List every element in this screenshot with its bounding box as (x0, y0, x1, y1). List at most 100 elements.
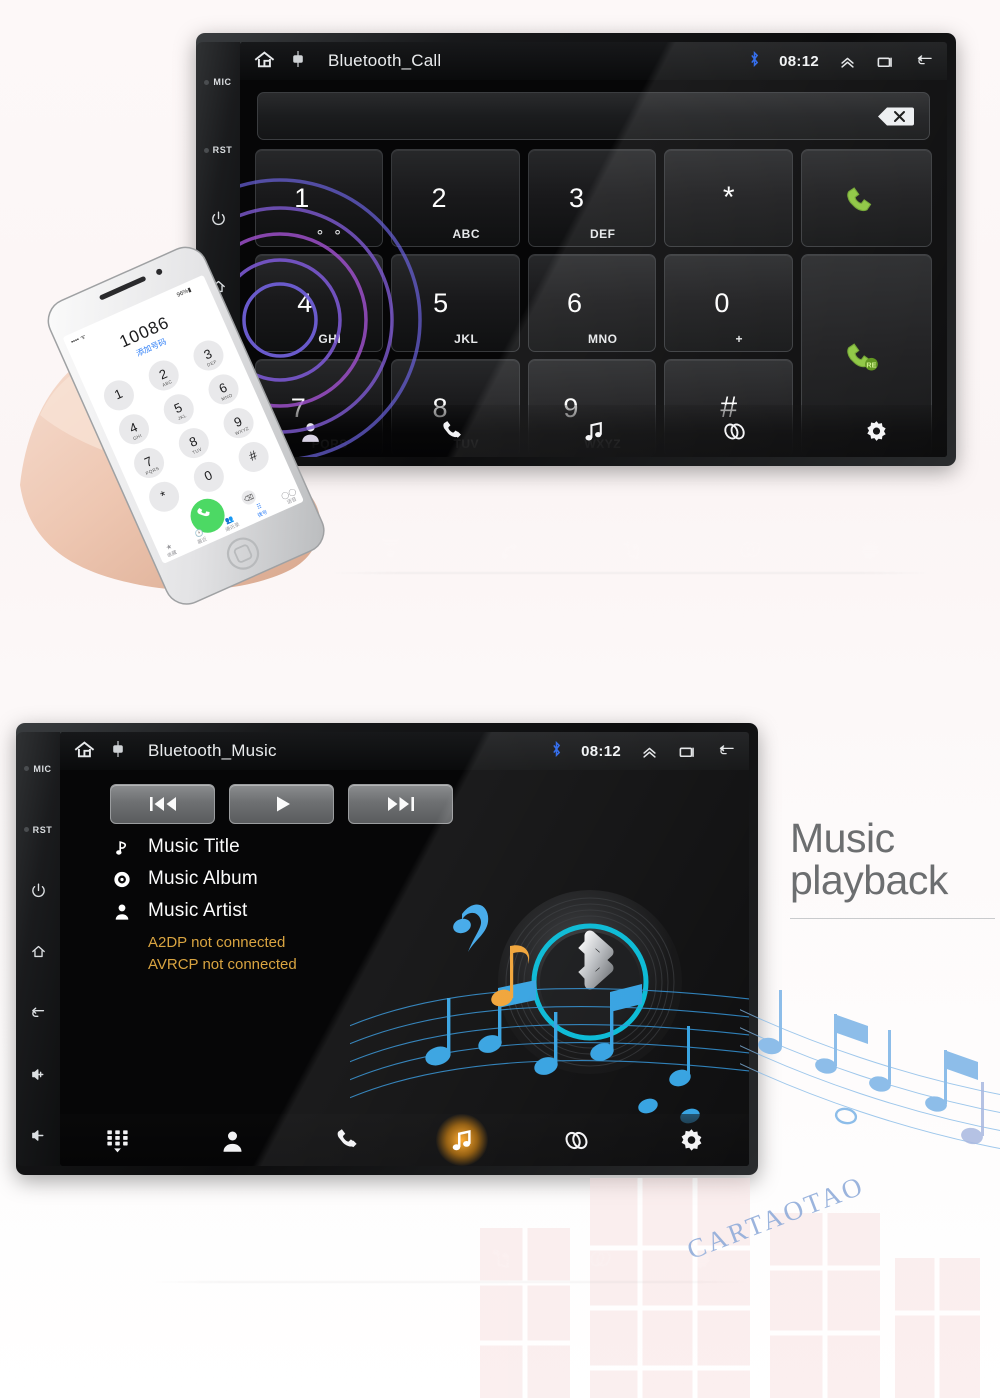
nav-pair[interactable] (664, 419, 805, 444)
rail-home[interactable] (16, 921, 60, 982)
key-6[interactable]: 6 MNO (527, 254, 657, 352)
key-6-sub: MNO (587, 332, 618, 346)
key-0[interactable]: 0 + (664, 254, 793, 352)
a2dp-status: A2DP not connected (148, 934, 286, 951)
home-icon[interactable] (252, 48, 286, 75)
screen1-reflection (330, 474, 930, 584)
music-metadata: Music Title Music Album Music Artist A2D… (60, 824, 749, 976)
back-icon[interactable] (914, 53, 933, 70)
nav-pair[interactable] (519, 1127, 634, 1154)
nav-music[interactable] (404, 1114, 519, 1166)
next-track-icon (387, 797, 414, 811)
reflection-link-icon (550, 1246, 650, 1271)
screen2-body: Music Title Music Album Music Artist A2D… (60, 770, 749, 1166)
rail-mic: MIC (196, 48, 240, 116)
rail-power[interactable] (16, 860, 60, 921)
screen1-statusbar: Bluetooth_Call 08:12 (240, 42, 947, 80)
reflection-music-icon (450, 1246, 550, 1271)
music-note-icon (453, 1129, 472, 1150)
rail-volume-up[interactable] (16, 1044, 60, 1105)
rail-mic-label: MIC (33, 763, 52, 774)
key-2[interactable]: 2 ABC (391, 149, 520, 247)
caption-line-1: Music (790, 815, 895, 861)
contacts-icon (223, 1131, 242, 1152)
reflection-contacts-icon (250, 1246, 350, 1271)
rail-power[interactable] (196, 184, 240, 252)
reflection-music-icon (570, 537, 690, 562)
dial-input[interactable] (257, 92, 930, 140)
recents-icon[interactable] (876, 53, 895, 70)
key-0-number: 0 (714, 287, 730, 318)
recents-icon[interactable] (678, 743, 697, 760)
key-5-number: 5 (433, 287, 449, 318)
call-history-icon (337, 1128, 357, 1147)
brand-watermark: CARTAOTAO (683, 1169, 870, 1266)
backspace-icon[interactable] (877, 106, 915, 127)
caption-divider (790, 917, 995, 919)
reflection-call-history-icon (450, 537, 570, 562)
call-button[interactable] (800, 149, 932, 247)
key-3[interactable]: 3 DEF (527, 149, 657, 247)
rail-volume-down[interactable] (16, 1105, 60, 1166)
reset-led (23, 827, 29, 833)
rail-reset[interactable]: RST (16, 799, 60, 860)
phone-in-hand-photo: •••• ᯤ 96%▮ 10086 添加号码 123 456 789 *0# (10, 245, 390, 635)
key-0-sub: + (735, 332, 743, 346)
screen2-navbar (60, 1114, 749, 1166)
nav-dialpad[interactable] (60, 1127, 175, 1154)
nav-settings[interactable] (806, 419, 947, 444)
bluetooth-icon (551, 740, 562, 762)
rail-reset-label: RST (212, 145, 233, 156)
key-3-sub: DEF (589, 227, 616, 241)
rail-back[interactable] (16, 983, 60, 1044)
chevron-up-icon[interactable] (640, 743, 659, 760)
back-icon[interactable] (716, 743, 735, 760)
key-5[interactable]: 5 JKL (391, 254, 520, 352)
key-star[interactable]: * (664, 149, 793, 247)
screen2-statusbar-right: 08:12 (551, 740, 739, 762)
chevron-up-icon[interactable] (838, 53, 857, 70)
power-icon (31, 883, 45, 898)
reflection-icons (330, 474, 930, 584)
screen2-reflection (150, 1183, 750, 1293)
nav-settings[interactable] (634, 1127, 749, 1154)
reflection-line (330, 572, 930, 574)
play-button[interactable] (229, 784, 334, 824)
next-button[interactable] (348, 784, 453, 824)
key-1[interactable]: 1 ∘ ∘ (255, 149, 384, 247)
reflection-gear-icon (810, 537, 930, 562)
redial-icon: RE (847, 342, 879, 371)
previous-button[interactable] (110, 784, 215, 824)
rail-reset[interactable]: RST (196, 116, 240, 184)
nav-call-history[interactable] (381, 419, 522, 444)
reflection-call-history-icon (350, 1246, 450, 1271)
cast-icon[interactable] (292, 49, 304, 74)
nav-contacts[interactable] (175, 1127, 290, 1154)
transport-controls (60, 770, 749, 824)
volume-up-icon (31, 1068, 43, 1080)
nav-call-history[interactable] (290, 1127, 405, 1154)
music-album-row: Music Album (112, 868, 749, 890)
rail-mic-label: MIC (213, 77, 232, 88)
nav-music[interactable] (523, 419, 664, 444)
screen2-statusbar-left (72, 738, 124, 765)
key-5-sub: JKL (454, 332, 479, 346)
key-2-sub: ABC (452, 227, 480, 241)
key-1-sub: ∘ ∘ (315, 224, 345, 241)
music-panel: Music Title Music Album Music Artist A2D… (60, 770, 749, 1166)
music-title-row: Music Title (112, 836, 749, 858)
svg-text:RE: RE (867, 360, 877, 369)
home-icon[interactable] (72, 738, 106, 765)
key-6-number: 6 (566, 287, 582, 318)
note-icon (112, 838, 132, 857)
screen2-display: Bluetooth_Music 08:12 Music Title Music … (60, 732, 749, 1166)
reflection-link-icon (690, 537, 810, 562)
key-2-number: 2 (431, 182, 447, 213)
reflection-icons (150, 1183, 750, 1293)
rail-mic: MIC (16, 738, 60, 799)
cast-icon[interactable] (112, 739, 124, 764)
key-star-number: * (722, 181, 735, 214)
power-icon (211, 211, 225, 226)
caption-line-2: playback (790, 856, 948, 903)
screen1-title: Bluetooth_Call (328, 51, 442, 70)
